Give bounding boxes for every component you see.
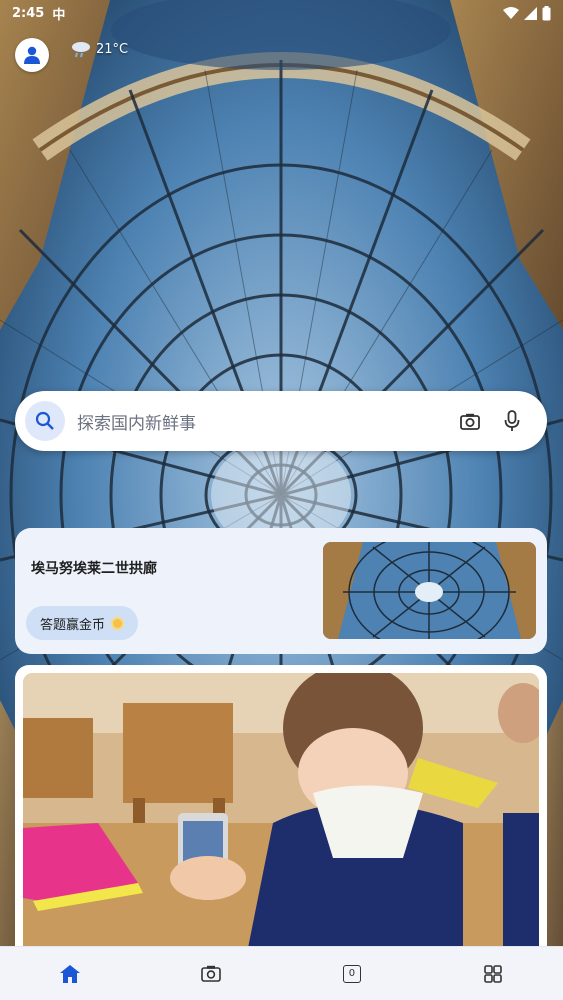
tabs-count: 0	[348, 968, 356, 979]
feature-card-title: 埃马努埃莱二世拱廊	[31, 561, 157, 577]
search-icon[interactable]	[25, 401, 65, 441]
feature-card-image[interactable]	[323, 542, 536, 639]
nav-tabs[interactable]: 0	[322, 947, 382, 1000]
feature-card[interactable]: 埃马努埃莱二世拱廊 答题赢金币	[15, 528, 547, 654]
search-bar[interactable]: 探索国内新鲜事	[15, 391, 547, 451]
coin-icon	[111, 616, 125, 630]
status-icons	[503, 5, 551, 21]
bottom-navigation: 0	[0, 946, 563, 1000]
tabs-icon: 0	[342, 964, 361, 983]
wifi-icon	[503, 7, 519, 19]
quiz-button[interactable]: 答题赢金币	[26, 606, 139, 640]
cloud-rain-icon	[72, 42, 90, 58]
apps-icon	[483, 964, 502, 983]
signal-icon	[524, 6, 537, 20]
news-card-image[interactable]	[23, 673, 539, 973]
account-avatar-button[interactable]	[15, 38, 49, 72]
user-icon	[24, 46, 40, 64]
nav-camera[interactable]	[181, 947, 241, 1000]
status-carrier: 中	[52, 7, 66, 23]
camera-search-button[interactable]	[453, 404, 487, 438]
nav-apps[interactable]	[463, 947, 523, 1000]
search-input[interactable]: 探索国内新鲜事	[77, 409, 445, 434]
weather-widget[interactable]: 21°C	[70, 40, 128, 58]
nav-home[interactable]	[40, 947, 100, 1000]
camera-icon	[460, 413, 480, 430]
status-bar: 2:45 中	[0, 0, 563, 26]
voice-search-button[interactable]	[495, 404, 529, 438]
microphone-icon	[504, 410, 520, 431]
home-icon	[60, 964, 81, 983]
camera-icon	[201, 965, 221, 982]
weather-temperature: 21°C	[96, 41, 129, 57]
status-time: 2:45	[12, 5, 45, 21]
battery-icon	[542, 5, 551, 20]
news-card[interactable]	[15, 665, 547, 973]
quiz-button-label: 答题赢金币	[40, 617, 106, 633]
